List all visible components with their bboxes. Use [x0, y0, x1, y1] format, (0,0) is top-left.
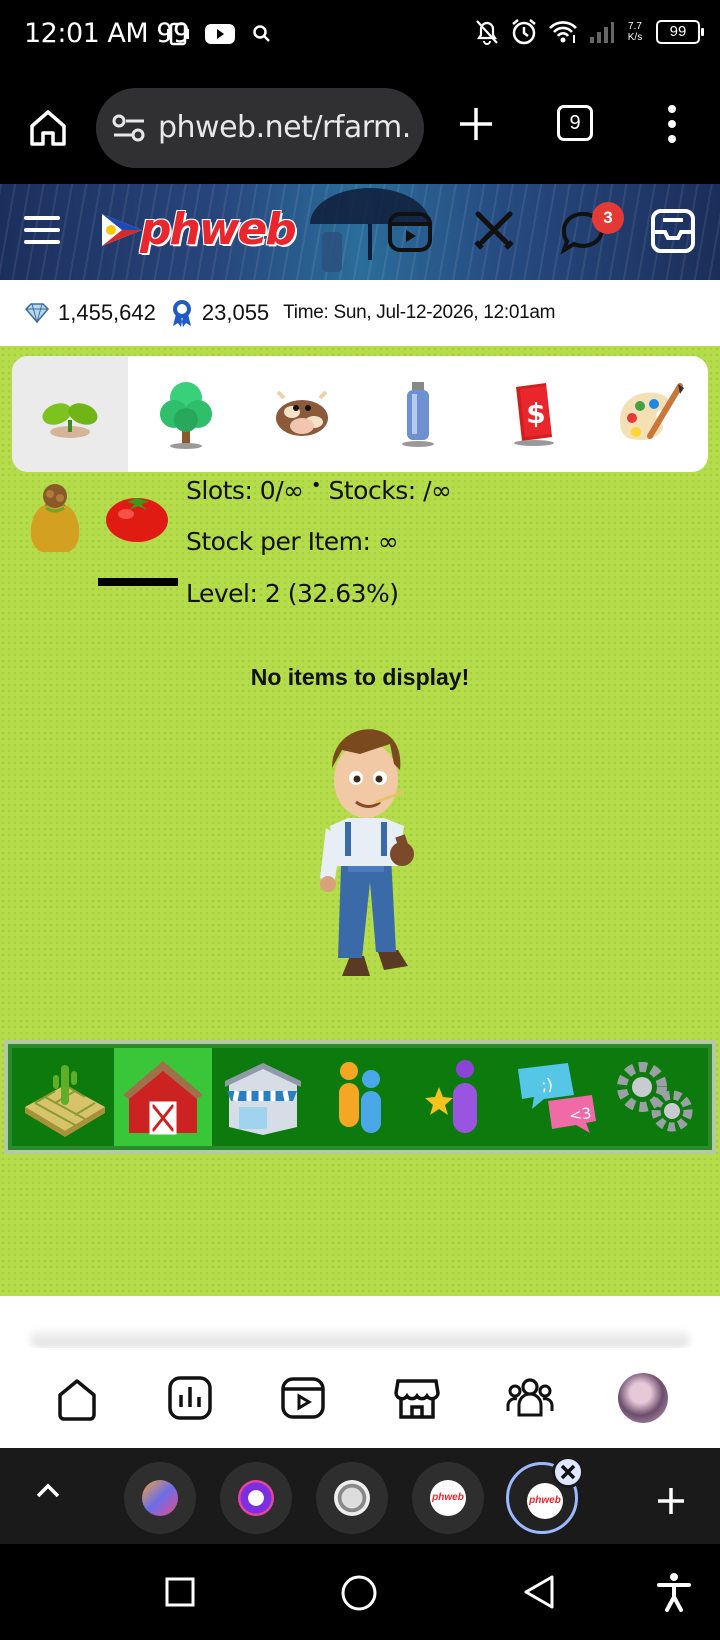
tool-chat[interactable]: ;) <3	[508, 1048, 607, 1146]
canister-icon	[402, 382, 434, 447]
chat-bubbles-icon: ;)<3	[517, 1063, 596, 1133]
tab-favicon-phweb[interactable]: phweb	[412, 1462, 484, 1534]
tomato-icon[interactable]	[104, 486, 170, 544]
dollar-card-icon: $	[514, 383, 554, 446]
nav-stats-icon[interactable]	[165, 1373, 215, 1423]
tool-neighbors[interactable]	[311, 1048, 410, 1146]
tree-icon	[160, 382, 212, 449]
star-person-icon	[425, 1060, 478, 1133]
stocks-text: Stocks: /∞	[328, 476, 452, 505]
gem-count: 1,455,642	[58, 300, 156, 325]
url-text: phweb.net/rfarm.	[158, 110, 411, 145]
battle-swords-icon[interactable]	[470, 206, 518, 254]
ribbon-count: 23,055	[201, 300, 270, 325]
home-icon[interactable]	[26, 106, 70, 150]
tab-favicon-3[interactable]	[316, 1462, 388, 1534]
system-nav-bar	[0, 1544, 720, 1640]
add-tab-plus-icon[interactable]	[656, 1486, 686, 1516]
category-trees[interactable]	[128, 356, 244, 472]
ribbon-award-icon	[172, 300, 191, 327]
farm-game-area: $ Slots: 0/∞ • Stocks: /∞ Stock per Item…	[0, 346, 720, 1296]
reels-icon[interactable]	[386, 208, 434, 256]
level-text: Level: 2 (32.63%)	[186, 579, 399, 608]
category-seeds[interactable]	[12, 356, 128, 472]
home-circle-icon[interactable]	[340, 1574, 378, 1612]
svg-text:<3: <3	[568, 1104, 592, 1125]
category-money[interactable]: $	[476, 356, 592, 472]
category-animals[interactable]	[244, 356, 360, 472]
paint-palette-icon	[620, 383, 684, 440]
hamburger-menu-icon[interactable]	[24, 212, 60, 248]
search-icon	[253, 25, 270, 42]
net-speed: 7.7 K/s	[627, 21, 643, 43]
stock-per-item-text: Stock per Item: ∞	[186, 527, 399, 556]
tool-achievements[interactable]	[409, 1048, 508, 1146]
alarm-icon	[512, 19, 536, 45]
diamond-icon	[24, 303, 50, 324]
signal-icon	[590, 22, 614, 43]
tab-favicon-1[interactable]	[124, 1462, 196, 1534]
neighbors-icon	[338, 1062, 381, 1133]
tool-barn[interactable]	[113, 1048, 212, 1146]
category-bar: $	[12, 356, 708, 472]
accessibility-icon[interactable]	[656, 1572, 692, 1612]
sprout-icon	[42, 403, 98, 438]
tab-favicon-2[interactable]	[220, 1462, 292, 1534]
tool-shop[interactable]	[212, 1048, 311, 1146]
close-icon	[560, 1464, 576, 1480]
tool-farm[interactable]	[15, 1048, 114, 1146]
battery-indicator: 99	[656, 20, 704, 44]
status-bar: 12:01 AM 99 7.7 K/s 99	[0, 0, 720, 72]
separator-dot: •	[310, 475, 322, 496]
site-bottom-nav	[0, 1348, 720, 1448]
vibrate-icon	[167, 22, 189, 46]
browser-toolbar: phweb.net/rfarm. 9	[0, 72, 720, 184]
category-tools[interactable]	[360, 356, 476, 472]
status-time: 12:01 AM 99	[24, 18, 190, 49]
tool-settings[interactable]	[606, 1048, 705, 1146]
selected-item-underline	[98, 578, 178, 586]
close-tab-button[interactable]	[552, 1456, 584, 1488]
empty-state-message: No items to display!	[250, 664, 470, 690]
farm-plot-icon	[25, 1065, 106, 1137]
nav-groups-icon[interactable]	[505, 1373, 555, 1423]
farmer-character	[320, 729, 414, 976]
seed-bag-icon[interactable]	[24, 484, 86, 556]
slots-stocks-line: Slots: 0/∞ • Stocks: /∞	[186, 475, 452, 505]
cow-icon	[276, 390, 328, 436]
category-decor[interactable]	[592, 356, 708, 472]
server-time: Time: Sun, Jul-12-2026, 12:01am	[283, 302, 556, 323]
youtube-icon	[205, 24, 235, 44]
barn-icon	[122, 1061, 203, 1135]
recents-square-icon[interactable]	[164, 1576, 196, 1608]
new-tab-plus-icon[interactable]	[456, 104, 496, 144]
browser-tab-strip: phweb phweb	[0, 1448, 720, 1544]
gears-icon	[617, 1062, 693, 1132]
shadow-divider	[30, 1330, 690, 1348]
nav-reels-icon[interactable]	[278, 1373, 328, 1423]
slots-text: Slots: 0/∞	[186, 476, 304, 505]
back-triangle-icon[interactable]	[522, 1574, 556, 1610]
nav-home-icon[interactable]	[52, 1373, 102, 1423]
player-info-row: 1,455,642 23,055 Time: Sun, Jul-12-2026,…	[0, 280, 720, 346]
wifi-icon	[549, 21, 577, 43]
overflow-menu-icon[interactable]	[660, 102, 684, 146]
address-bar[interactable]: phweb.net/rfarm.	[96, 88, 424, 168]
mute-bell-icon	[476, 20, 498, 45]
farm-toolbar: ;) <3	[4, 1040, 716, 1154]
chat-notification-badge: 3	[592, 202, 624, 234]
svg-text:$: $	[526, 397, 545, 430]
profile-avatar[interactable]	[618, 1373, 669, 1423]
tab-switcher-button[interactable]: 9	[557, 105, 593, 141]
phweb-logo[interactable]: phweb	[100, 204, 297, 260]
site-settings-icon[interactable]	[112, 112, 146, 144]
inbox-icon[interactable]	[650, 208, 696, 254]
nav-marketplace-icon[interactable]	[392, 1373, 442, 1423]
chevron-up-icon[interactable]	[34, 1478, 62, 1506]
shop-icon	[225, 1063, 302, 1135]
